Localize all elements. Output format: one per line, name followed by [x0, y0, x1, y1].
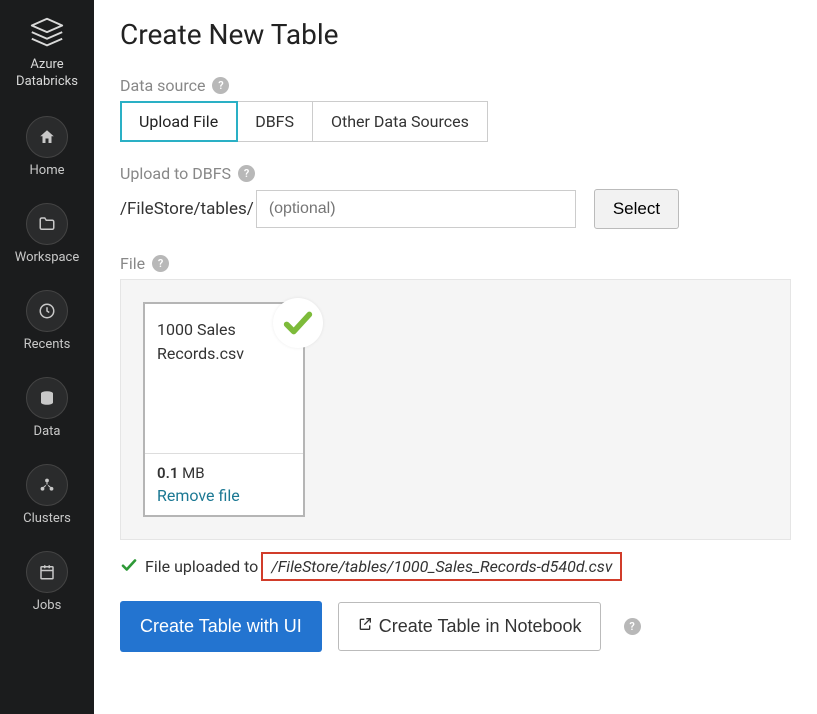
path-prefix: /FileStore/tables/ — [120, 199, 254, 219]
sidebar-item-home[interactable]: Home — [26, 116, 68, 178]
remove-file-link[interactable]: Remove file — [157, 486, 291, 505]
folder-icon — [26, 203, 68, 245]
main-content: Create New Table Data source ? Upload Fi… — [94, 0, 817, 714]
path-input[interactable] — [256, 190, 576, 228]
upload-success-icon — [273, 298, 323, 348]
page-title: Create New Table — [120, 18, 791, 51]
help-icon[interactable]: ? — [238, 165, 255, 182]
file-label: File ? — [120, 254, 791, 273]
file-name: 1000 Sales Records.csv — [157, 318, 291, 366]
sidebar-item-jobs[interactable]: Jobs — [26, 551, 68, 613]
brand-label: Azure Databricks — [0, 57, 94, 91]
upload-status: File uploaded to /FileStore/tables/1000_… — [120, 552, 791, 581]
actions-row: Create Table with UI Create Table in Not… — [120, 601, 791, 652]
tab-dbfs[interactable]: DBFS — [237, 102, 313, 141]
data-source-label: Data source ? — [120, 76, 791, 95]
clock-icon — [26, 290, 68, 332]
clusters-icon — [26, 464, 68, 506]
status-path: /FileStore/tables/1000_Sales_Records-d54… — [261, 552, 622, 581]
status-message: File uploaded to — [145, 557, 258, 576]
select-button[interactable]: Select — [594, 189, 679, 229]
file-size: 0.1 MB — [157, 464, 291, 482]
open-external-icon — [357, 616, 373, 637]
data-source-tabs: Upload File DBFS Other Data Sources — [120, 101, 488, 142]
sidebar-item-workspace[interactable]: Workspace — [15, 203, 80, 265]
file-card-bottom: 0.1 MB Remove file — [145, 454, 303, 515]
sidebar-item-recents[interactable]: Recents — [24, 290, 71, 352]
sidebar: Azure Databricks Home Workspace Recents … — [0, 0, 94, 714]
file-card-top: 1000 Sales Records.csv — [145, 304, 303, 454]
upload-to-dbfs-label: Upload to DBFS ? — [120, 164, 791, 183]
file-drop-area[interactable]: 1000 Sales Records.csv 0.1 MB Remove fil… — [120, 279, 791, 540]
home-icon — [26, 116, 68, 158]
sidebar-item-data[interactable]: Data — [26, 377, 68, 439]
database-icon — [26, 377, 68, 419]
help-icon[interactable]: ? — [152, 255, 169, 272]
tab-upload-file[interactable]: Upload File — [121, 102, 237, 141]
upload-path-row: /FileStore/tables/ Select — [120, 189, 791, 229]
sidebar-item-clusters[interactable]: Clusters — [23, 464, 71, 526]
help-icon[interactable]: ? — [624, 618, 641, 635]
calendar-icon — [26, 551, 68, 593]
tab-other-sources[interactable]: Other Data Sources — [313, 102, 487, 141]
create-table-ui-button[interactable]: Create Table with UI — [120, 601, 322, 652]
brand: Azure Databricks — [0, 15, 94, 91]
databricks-logo-icon — [28, 15, 66, 53]
check-icon — [120, 556, 138, 578]
create-table-notebook-button[interactable]: Create Table in Notebook — [338, 602, 601, 651]
help-icon[interactable]: ? — [212, 77, 229, 94]
file-card: 1000 Sales Records.csv 0.1 MB Remove fil… — [143, 302, 305, 517]
